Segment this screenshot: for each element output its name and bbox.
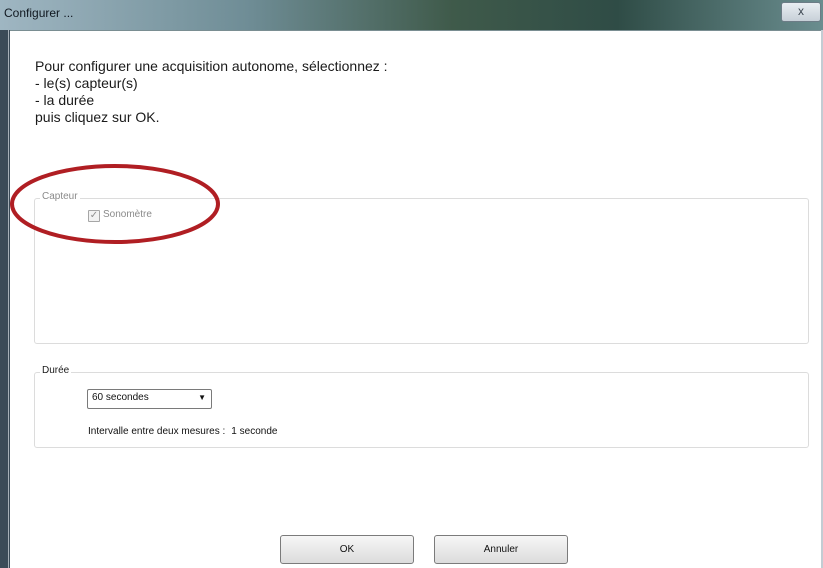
highlight-circle [10,164,220,244]
interval-info: Intervalle entre deux mesures : 1 seconde [88,426,277,437]
chevron-down-icon: ▼ [198,393,206,402]
duration-select-value: 60 secondes [92,392,149,403]
duration-select[interactable]: 60 secondes ▼ [87,389,212,409]
ok-button[interactable]: OK [280,535,414,564]
duree-group-label: Durée [40,365,72,376]
interval-value: 1 seconde [231,426,278,437]
cancel-button[interactable]: Annuler [434,535,568,564]
highlight-ellipse-shape [10,164,220,244]
interval-label: Intervalle entre deux mesures : [88,426,226,437]
